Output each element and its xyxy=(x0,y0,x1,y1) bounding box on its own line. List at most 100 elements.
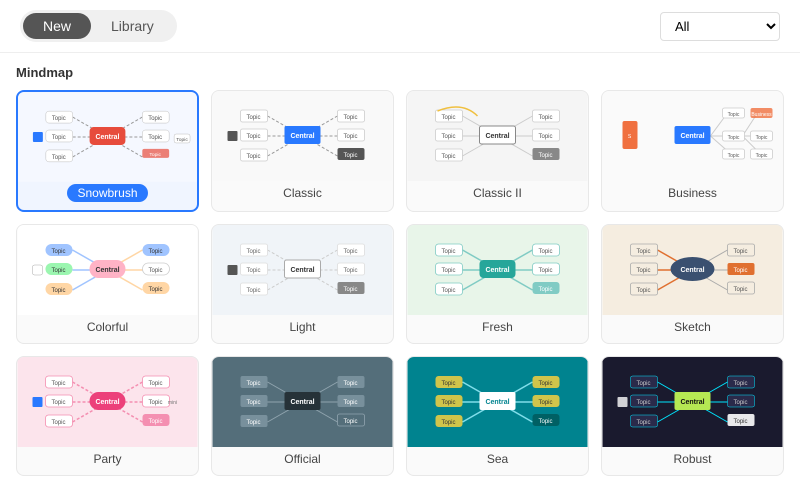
svg-text:Topic: Topic xyxy=(246,420,260,426)
svg-text:Topic: Topic xyxy=(636,288,650,294)
svg-text:Topic: Topic xyxy=(148,381,162,387)
svg-text:Topic: Topic xyxy=(148,287,162,293)
svg-text:Topic: Topic xyxy=(538,115,552,121)
svg-text:Topic: Topic xyxy=(636,249,650,255)
template-card-sea[interactable]: Topic Topic Topic Central Topic Topic To… xyxy=(406,356,589,476)
svg-text:Topic: Topic xyxy=(51,288,65,294)
svg-text:Topic: Topic xyxy=(343,419,357,425)
svg-text:Topic: Topic xyxy=(756,153,768,159)
template-label-sea: Sea xyxy=(407,447,588,471)
svg-text:Topic: Topic xyxy=(52,135,66,141)
svg-text:Topic: Topic xyxy=(538,400,552,406)
template-card-party[interactable]: Topic Topic Topic Central Topic Topic To… xyxy=(16,356,199,476)
svg-text:Central: Central xyxy=(485,267,509,274)
svg-text:Topic: Topic xyxy=(538,134,552,140)
svg-text:Topic: Topic xyxy=(52,116,66,122)
template-preview-robust: Topic Topic Topic Central Topic Topic To… xyxy=(602,357,783,447)
template-card-snowbrush[interactable]: Topic Topic Topic Central Topic Topic To… xyxy=(16,90,199,212)
svg-text:Topic: Topic xyxy=(441,268,455,274)
svg-text:Central: Central xyxy=(680,267,704,274)
svg-text:Topic: Topic xyxy=(246,249,260,255)
template-card-business[interactable]: S Central Topic Topic Topic Business Top… xyxy=(601,90,784,212)
template-card-sketch[interactable]: Topic Topic Topic Central Topic Topic To… xyxy=(601,224,784,344)
svg-text:Topic: Topic xyxy=(343,287,357,293)
svg-text:Topic: Topic xyxy=(246,381,260,387)
svg-text:Topic: Topic xyxy=(733,400,747,406)
template-card-colorful[interactable]: Topic Topic Topic Central Topic Topic To… xyxy=(16,224,199,344)
svg-text:Topic: Topic xyxy=(343,268,357,274)
template-card-fresh[interactable]: Topic Topic Topic Central Topic Topic To… xyxy=(406,224,589,344)
svg-text:Central: Central xyxy=(95,267,119,274)
template-label-party: Party xyxy=(17,447,198,471)
svg-text:Topic: Topic xyxy=(728,153,740,159)
svg-text:Topic: Topic xyxy=(538,249,552,255)
template-preview-light: Topic Topic Topic Central Topic Topic To… xyxy=(212,225,393,315)
svg-text:Central: Central xyxy=(290,133,314,140)
svg-text:Topic: Topic xyxy=(728,135,740,141)
svg-text:Topic: Topic xyxy=(148,419,162,425)
template-preview-party: Topic Topic Topic Central Topic Topic To… xyxy=(17,357,198,447)
section-title: Mindmap xyxy=(16,65,784,80)
svg-text:Topic: Topic xyxy=(636,381,650,387)
filter-select[interactable]: All Mindmap Flowchart Org Chart xyxy=(660,12,780,41)
template-card-official[interactable]: Topic Topic Topic Central Topic Topic To… xyxy=(211,356,394,476)
svg-text:Central: Central xyxy=(680,133,704,140)
content-area: Mindmap Topic Topic Topic xyxy=(0,53,800,501)
tab-new[interactable]: New xyxy=(23,13,91,39)
svg-text:Topic: Topic xyxy=(343,381,357,387)
svg-text:Topic: Topic xyxy=(733,287,747,293)
template-label-snowbrush: Snowbrush xyxy=(67,184,147,202)
svg-text:Topic: Topic xyxy=(441,154,455,160)
template-preview-official: Topic Topic Topic Central Topic Topic To… xyxy=(212,357,393,447)
svg-text:Central: Central xyxy=(485,399,509,406)
svg-text:Topic: Topic xyxy=(441,420,455,426)
svg-text:Central: Central xyxy=(680,399,704,406)
svg-text:Topic: Topic xyxy=(343,400,357,406)
svg-text:Central: Central xyxy=(290,399,314,406)
svg-text:Topic: Topic xyxy=(246,268,260,274)
template-preview-sea: Topic Topic Topic Central Topic Topic To… xyxy=(407,357,588,447)
template-preview-business: S Central Topic Topic Topic Business Top… xyxy=(602,91,783,181)
template-label-classic2: Classic II xyxy=(407,181,588,205)
svg-text:Topic: Topic xyxy=(51,381,65,387)
svg-text:Topic: Topic xyxy=(538,381,552,387)
svg-text:Topic: Topic xyxy=(51,249,65,255)
svg-text:Topic: Topic xyxy=(148,400,162,406)
template-card-robust[interactable]: Topic Topic Topic Central Topic Topic To… xyxy=(601,356,784,476)
template-preview-classic: Topic Topic Topic Central Topic Topic To… xyxy=(212,91,393,181)
svg-text:Topic: Topic xyxy=(246,288,260,294)
svg-text:Central: Central xyxy=(96,134,120,141)
svg-text:Topic: Topic xyxy=(149,152,161,158)
svg-text:Topic: Topic xyxy=(343,249,357,255)
tab-library[interactable]: Library xyxy=(91,13,174,39)
svg-text:Topic: Topic xyxy=(636,268,650,274)
svg-text:Topic: Topic xyxy=(733,268,747,274)
svg-text:Topic: Topic xyxy=(636,400,650,406)
svg-text:Topic: Topic xyxy=(52,155,66,161)
template-label-sketch: Sketch xyxy=(602,315,783,339)
svg-text:Topic: Topic xyxy=(441,115,455,121)
template-card-classic[interactable]: Topic Topic Topic Central Topic Topic To… xyxy=(211,90,394,212)
svg-text:Topic: Topic xyxy=(51,420,65,426)
template-preview-fresh: Topic Topic Topic Central Topic Topic To… xyxy=(407,225,588,315)
svg-text:Topic: Topic xyxy=(538,268,552,274)
svg-text:Topic: Topic xyxy=(441,400,455,406)
svg-text:Topic: Topic xyxy=(51,268,65,274)
top-bar: New Library All Mindmap Flowchart Org Ch… xyxy=(0,0,800,53)
svg-text:Business: Business xyxy=(751,112,772,118)
template-label-colorful: Colorful xyxy=(17,315,198,339)
template-card-light[interactable]: Topic Topic Topic Central Topic Topic To… xyxy=(211,224,394,344)
tab-group: New Library xyxy=(20,10,177,42)
svg-text:Topic: Topic xyxy=(538,153,552,159)
svg-text:mini: mini xyxy=(168,400,177,406)
template-label-robust: Robust xyxy=(602,447,783,471)
template-card-classic2[interactable]: Topic Topic Topic Central Topic Topic To… xyxy=(406,90,589,212)
svg-text:Topic: Topic xyxy=(246,115,260,121)
svg-text:Topic: Topic xyxy=(176,137,188,143)
svg-text:Topic: Topic xyxy=(538,419,552,425)
template-label-light: Light xyxy=(212,315,393,339)
svg-text:Central: Central xyxy=(485,133,509,140)
svg-text:Topic: Topic xyxy=(441,134,455,140)
svg-text:Topic: Topic xyxy=(148,249,162,255)
template-label-classic: Classic xyxy=(212,181,393,205)
